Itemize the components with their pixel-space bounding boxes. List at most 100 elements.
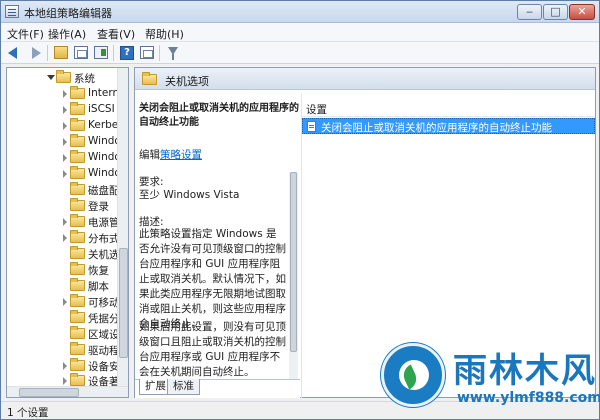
tree-horizontal-scrollbar[interactable]	[7, 386, 128, 397]
folder-icon	[70, 310, 85, 323]
description-scrollbar[interactable]	[289, 172, 298, 379]
collapse-arrow-icon[interactable]	[47, 75, 55, 80]
expand-arrow-icon[interactable]	[63, 298, 67, 306]
column-settings-label: 设置	[306, 104, 327, 116]
folder-icon	[70, 246, 85, 259]
back-button[interactable]	[7, 45, 23, 61]
navigation-tree[interactable]: 系统 Intern iSCSI Kerbe Windo Windo Windo …	[6, 67, 129, 398]
menu-file[interactable]: 文件(F)	[7, 26, 44, 42]
window-title: 本地组策略编辑器	[24, 7, 112, 20]
editor-window: 本地组策略编辑器 ‒ □ ✕ 文件(F) 操作(A) 查看(V) 帮助(H) ?…	[0, 0, 600, 420]
menu-help[interactable]: 帮助(H)	[145, 26, 184, 42]
tree-item-label: Kerbe	[88, 119, 119, 131]
expand-arrow-icon[interactable]	[63, 170, 67, 178]
tree-item[interactable]: 电源管	[7, 214, 120, 230]
menu-view[interactable]: 查看(V)	[97, 26, 135, 42]
tree-item[interactable]: iSCSI	[7, 102, 117, 118]
tree-item-label: Windo	[88, 151, 121, 163]
tree-item-label: 系统	[74, 73, 95, 85]
tree-item-label: 脚本	[88, 281, 109, 293]
forward-icon	[32, 47, 41, 59]
requirements-value: 至少 Windows Vista	[139, 189, 240, 201]
tree-item[interactable]: Windo	[7, 150, 121, 166]
toolbar-separator	[47, 45, 48, 61]
expand-arrow-icon[interactable]	[63, 122, 67, 130]
folder-icon	[142, 72, 157, 85]
edit-policy-link[interactable]: 策略设置	[160, 149, 202, 161]
expand-arrow-icon[interactable]	[63, 106, 67, 114]
tree-item[interactable]: 恢复	[7, 262, 117, 278]
properties-button[interactable]	[139, 45, 155, 61]
tree-item[interactable]: Intern	[7, 86, 120, 102]
watermark-logo-icon	[381, 343, 445, 407]
folder-icon	[70, 182, 85, 195]
tree-vertical-thumb[interactable]	[119, 248, 128, 358]
minimize-button[interactable]: ‒	[517, 4, 542, 20]
description-scroll-thumb[interactable]	[290, 172, 297, 352]
table-row[interactable]: 关闭会阻止或取消关机的应用程序的自动终止功能	[302, 118, 595, 134]
title-bar[interactable]: 本地组策略编辑器 ‒ □ ✕	[1, 1, 599, 23]
properties-icon	[140, 46, 154, 59]
tree-item[interactable]: 脚本	[7, 278, 117, 294]
tree-item-label: Windo	[88, 135, 121, 147]
tree-item[interactable]: 区域设	[7, 326, 120, 342]
expand-arrow-icon[interactable]	[63, 218, 67, 226]
tree-item-label: 磁盘配	[88, 185, 120, 197]
pane-title: 关机选项	[165, 75, 209, 88]
tree-item-label: 恢复	[88, 265, 109, 277]
menu-action[interactable]: 操作(A)	[48, 26, 86, 42]
expand-arrow-icon[interactable]	[63, 154, 67, 162]
tree-item[interactable]: 登录	[7, 198, 117, 214]
tree-item-label: 电源管	[88, 217, 120, 229]
tree-item-label: Windo	[88, 167, 121, 179]
folder-icon	[70, 166, 85, 179]
tree-item[interactable]: 分布式	[7, 230, 120, 246]
tab-standard[interactable]: 标准	[167, 379, 200, 395]
tree-item-label: iSCSI	[88, 103, 115, 115]
help-button[interactable]: ?	[119, 45, 135, 61]
tree-item-system[interactable]: 系统	[7, 70, 117, 86]
up-button[interactable]	[53, 45, 69, 61]
show-hide-tree-icon	[74, 46, 88, 59]
tree-item-label: 驱动程	[88, 345, 120, 357]
maximize-button[interactable]: □	[543, 4, 568, 20]
view-tabs: 扩展 标准	[135, 379, 300, 398]
tree-item[interactable]: Kerbe	[7, 118, 119, 134]
close-button[interactable]: ✕	[569, 4, 595, 20]
forward-button[interactable]	[27, 45, 43, 61]
expand-arrow-icon[interactable]	[63, 90, 67, 98]
export-list-button[interactable]	[93, 45, 109, 61]
list-column-header[interactable]: 设置	[302, 99, 595, 117]
tree-item-label: 凭据分	[88, 313, 120, 325]
folder-icon	[70, 198, 85, 211]
tree-item[interactable]: 磁盘配	[7, 182, 120, 198]
tree-item[interactable]: 驱动程	[7, 342, 120, 358]
policy-setting-icon	[307, 121, 316, 132]
toolbar-separator	[159, 45, 160, 61]
show-tree-button[interactable]	[73, 45, 89, 61]
menu-bar: 文件(F) 操作(A) 查看(V) 帮助(H)	[1, 23, 599, 42]
tree-item[interactable]: Windo	[7, 166, 121, 182]
expand-arrow-icon[interactable]	[63, 377, 67, 385]
tree-item[interactable]: 凭据分	[7, 310, 120, 326]
filter-button[interactable]	[165, 45, 181, 61]
tree-item[interactable]: 可移动	[7, 294, 120, 310]
tree-horizontal-thumb[interactable]	[19, 388, 79, 397]
back-icon	[8, 47, 17, 59]
folder-icon	[70, 294, 85, 307]
description-body: 此策略设置指定 Windows 是否允许没有可见顶级窗口的控制台应用程序和 GU…	[139, 228, 286, 330]
folder-icon	[70, 86, 85, 99]
tree-item-label: 区域设	[88, 329, 120, 341]
expand-arrow-icon[interactable]	[63, 138, 67, 146]
expand-arrow-icon[interactable]	[63, 362, 67, 370]
tree-item[interactable]: Windo	[7, 134, 121, 150]
tree-item-label: Intern	[88, 87, 120, 99]
tree-vertical-scrollbar[interactable]	[117, 68, 128, 386]
folder-icon	[70, 118, 85, 131]
expand-arrow-icon[interactable]	[63, 234, 67, 242]
status-text: 1 个设置	[7, 407, 49, 419]
tree-item[interactable]: 设备安	[7, 358, 120, 374]
folder-icon	[70, 150, 85, 163]
toolbar: ?	[1, 42, 599, 64]
tree-item-shutdown-options[interactable]: 关机选	[7, 246, 120, 262]
